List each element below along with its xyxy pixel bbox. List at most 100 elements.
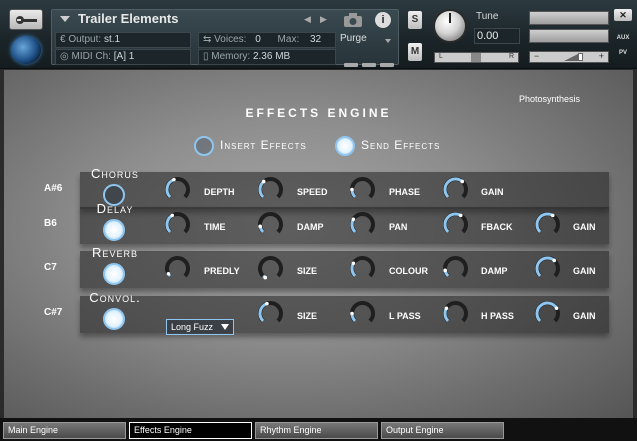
purge-menu[interactable]: Purge — [340, 33, 395, 49]
param-knob[interactable] — [164, 211, 191, 238]
param-label: GAIN — [573, 266, 596, 276]
param-knob[interactable] — [164, 255, 191, 282]
engine-tab[interactable]: Rhythm Engine — [255, 422, 378, 439]
param-knob[interactable] — [534, 211, 561, 238]
param-label: L PASS — [389, 311, 421, 321]
param-knob[interactable] — [349, 255, 376, 282]
param-knob[interactable] — [164, 176, 191, 203]
volume-slider[interactable]: − + — [529, 51, 609, 63]
effect-toggle[interactable] — [103, 263, 125, 285]
param-knob[interactable] — [257, 255, 284, 282]
preset-name: Photosynthesis — [519, 94, 581, 104]
pan-slider[interactable]: L R — [434, 52, 519, 63]
output-label: Output: — [68, 34, 102, 45]
effect-toggle[interactable] — [103, 219, 125, 241]
param-label: DEPTH — [204, 187, 235, 197]
param-knob[interactable] — [442, 255, 469, 282]
mute-button[interactable]: M — [408, 43, 422, 61]
volume-plus[interactable]: + — [599, 51, 604, 61]
param-label: H PASS — [481, 311, 514, 321]
voices-label: Voices: — [214, 34, 247, 45]
max-voices-value[interactable]: 32 — [310, 34, 321, 45]
effects-engine-panel: EFFECTS ENGINE Photosynthesis Insert Eff… — [4, 70, 633, 418]
memory-label: Memory: — [211, 51, 251, 62]
param-label: FBACK — [481, 222, 513, 232]
send-effects-label[interactable]: Send Effects — [361, 138, 440, 152]
param-label: PAN — [389, 222, 408, 232]
param-knob[interactable] — [257, 176, 284, 203]
param-label: SPEED — [297, 187, 328, 197]
param-knob[interactable] — [442, 176, 469, 203]
max-label: Max: — [277, 34, 300, 45]
param-knob[interactable] — [442, 211, 469, 238]
param-label: SIZE — [297, 266, 318, 276]
effect-toggle[interactable] — [103, 308, 125, 330]
solo-button[interactable]: S — [408, 11, 422, 29]
insert-effects-radio[interactable] — [194, 136, 214, 156]
chevron-down-icon — [221, 324, 229, 330]
trigger-note: A#6 — [44, 183, 63, 194]
insert-effects-label[interactable]: Insert Effects — [220, 138, 307, 152]
instrument-menu-toggle[interactable] — [60, 16, 70, 22]
param-label: TIME — [204, 222, 226, 232]
engine-tab[interactable]: Main Engine — [3, 422, 126, 439]
param-label: PREDLY — [204, 266, 240, 276]
param-knob[interactable] — [349, 211, 376, 238]
pan-left-label: L — [439, 53, 443, 60]
pan-handle[interactable] — [471, 53, 481, 62]
chevron-down-icon — [385, 39, 391, 43]
close-icon[interactable]: ✕ — [614, 9, 632, 21]
param-knob[interactable] — [534, 300, 561, 327]
info-icon[interactable]: i — [375, 12, 391, 28]
ir-select-value: Long Fuzz — [171, 322, 214, 332]
midi-value: [A] 1 — [113, 51, 135, 62]
output-value: st.1 — [103, 34, 121, 45]
engine-tab[interactable]: Output Engine — [381, 422, 504, 439]
tune-knob[interactable] — [433, 9, 467, 43]
page-title: EFFECTS ENGINE — [245, 106, 392, 120]
memory-value: 2.36 MB — [252, 51, 291, 62]
pv-button[interactable]: PV — [614, 48, 632, 59]
kontakt-instrument: Trailer Elements ◀ ▶ i € Output: st.1 ⇆ … — [0, 0, 637, 441]
camera-icon[interactable] — [343, 12, 363, 28]
trigger-note: C7 — [44, 262, 57, 273]
effect-row — [80, 172, 609, 209]
wrench-button[interactable] — [9, 9, 43, 30]
instrument-logo — [11, 36, 41, 64]
param-label: PHASE — [389, 187, 421, 197]
effect-name: Chorus — [91, 166, 139, 181]
pan-right-label: R — [508, 53, 514, 60]
param-label: SIZE — [297, 311, 318, 321]
param-label: COLOUR — [389, 266, 428, 276]
param-knob[interactable] — [257, 300, 284, 327]
effect-row — [80, 296, 609, 333]
trigger-note: C#7 — [44, 307, 63, 318]
ir-select[interactable]: Long Fuzz — [166, 319, 234, 335]
send-effects-radio[interactable] — [335, 136, 355, 156]
aux-button[interactable]: AUX — [614, 33, 632, 44]
purge-label: Purge — [340, 33, 367, 44]
tune-value[interactable]: 0.00 — [474, 28, 520, 44]
param-knob[interactable] — [349, 300, 376, 327]
midi-channel-select[interactable]: ◎ MIDI Ch: [A] 1 — [55, 49, 191, 65]
param-knob[interactable] — [442, 300, 469, 327]
param-label: GAIN — [481, 187, 504, 197]
instrument-title: Trailer Elements — [78, 11, 179, 26]
output-select[interactable]: € Output: st.1 — [55, 32, 191, 48]
next-instrument-icon[interactable]: ▶ — [320, 14, 327, 25]
prev-instrument-icon[interactable]: ◀ — [304, 14, 311, 25]
trigger-note: B6 — [44, 218, 57, 229]
param-knob[interactable] — [534, 255, 561, 282]
instrument-info-box: Trailer Elements ◀ ▶ i € Output: st.1 ⇆ … — [51, 9, 399, 67]
voices-value: 0 — [255, 34, 261, 45]
param-label: DAMP — [297, 222, 324, 232]
volume-minus[interactable]: − — [534, 51, 539, 61]
param-knob[interactable] — [349, 176, 376, 203]
memory-display: ▯ Memory: 2.36 MB — [198, 49, 336, 65]
engine-tabs: Main Engine Effects Engine Rhythm Engine Ou… — [0, 418, 637, 441]
engine-tab[interactable]: Effects Engine — [129, 422, 252, 439]
effect-name: Reverb — [92, 245, 138, 260]
wrench-icon — [16, 16, 37, 24]
volume-handle[interactable] — [578, 53, 583, 61]
param-knob[interactable] — [257, 211, 284, 238]
